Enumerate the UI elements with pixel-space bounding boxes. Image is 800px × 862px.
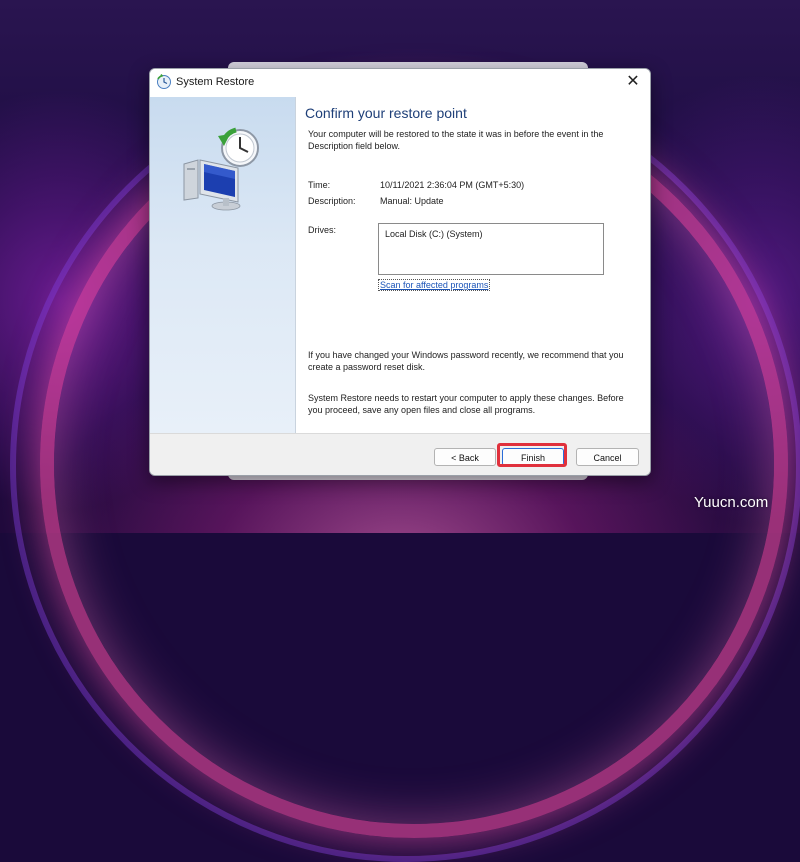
description-value: Manual: Update [380,196,444,206]
restart-note: System Restore needs to restart your com… [308,393,624,415]
time-value: 10/11/2021 2:36:04 PM (GMT+5:30) [380,180,525,190]
site-watermark: Yuucn.com [694,494,769,511]
system-restore-icon [157,74,171,89]
title-bar: System Restore ✕ [150,69,650,97]
finish-highlight-box [497,443,567,467]
time-label: Time: [308,180,331,190]
left-banner-panel [150,97,296,433]
intro-text: Your computer will be restored to the st… [308,129,604,151]
drives-label: Drives: [308,225,337,235]
list-item[interactable]: Local Disk (C:) (System) [385,229,483,239]
button-bar: < Back Finish Cancel [150,433,650,475]
window-title: System Restore [176,76,255,88]
description-label: Description: [308,196,356,206]
back-button[interactable]: < Back [434,448,496,466]
content-area: Confirm your restore point Your computer… [296,97,650,433]
computer-clock-restore-icon [183,127,259,211]
cancel-button[interactable]: Cancel [576,448,639,466]
drives-list[interactable]: Local Disk (C:) (System) [378,223,604,275]
scan-affected-programs-link[interactable]: Scan for affected programs [378,279,491,291]
system-restore-dialog: System Restore ✕ Confirm your restore po… [149,68,651,476]
password-note: If you have changed your Windows passwor… [308,350,624,372]
page-title: Confirm your restore point [305,105,467,121]
close-icon: ✕ [626,73,640,90]
close-button[interactable]: ✕ [622,71,644,93]
